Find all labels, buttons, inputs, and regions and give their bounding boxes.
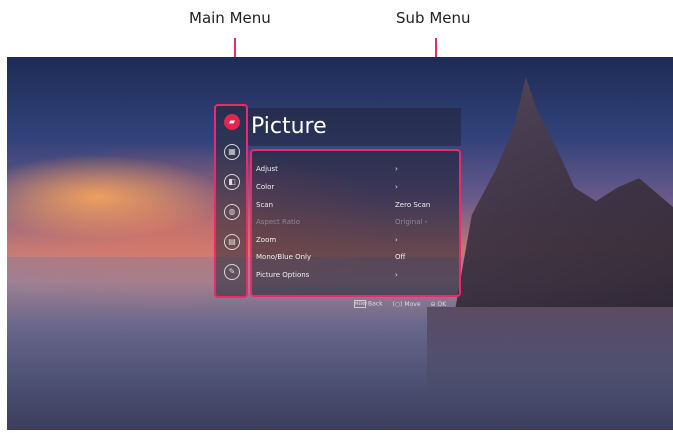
option-icon[interactable]: ▤ — [224, 234, 240, 250]
move-label: Move — [404, 300, 421, 308]
submenu-item-mono-blue-only[interactable]: Mono/Blue Only Off — [256, 250, 456, 264]
submenu-item-value: Off — [395, 253, 406, 261]
submenu-item-zoom[interactable]: Zoom › — [256, 233, 456, 247]
submenu-item-value: Zero Scan — [395, 201, 431, 209]
submenu-item-aspect-ratio: Aspect Ratio Original › — [256, 215, 456, 229]
submenu-item-label: Color — [256, 183, 275, 191]
submenu-item-label: Zoom — [256, 236, 277, 244]
submenu-item-label: Picture Options — [256, 271, 310, 279]
submenu-item-scan[interactable]: Scan Zero Scan — [256, 198, 456, 212]
chevron-right-icon: › — [395, 183, 398, 191]
submenu-item-color[interactable]: Color › — [256, 180, 456, 194]
submenu-item-label: Adjust — [256, 165, 278, 173]
support-icon[interactable]: ✎ — [224, 264, 240, 280]
chevron-right-icon: › — [395, 236, 398, 244]
chevron-right-icon: › — [395, 271, 398, 279]
picture-icon[interactable]: ▰ — [224, 114, 240, 130]
menu-key-icon: MENU — [354, 300, 367, 308]
page-title: Picture — [251, 114, 327, 139]
submenu-item-value: Original › — [395, 218, 428, 226]
submenu-item-label: Aspect Ratio — [256, 218, 300, 226]
back-label: Back — [368, 300, 383, 308]
chevron-right-icon: › — [395, 165, 398, 173]
submenu-item-adjust[interactable]: Adjust › — [256, 162, 456, 176]
move-arrows-icon: (○) — [392, 300, 403, 308]
main-menu: ▰ ▦ ◧ ◍ ▤ ✎ — [214, 104, 248, 298]
back-hint[interactable]: MENUBack — [354, 300, 383, 308]
main-menu-callout-label: Main Menu — [189, 9, 271, 27]
ok-icon: ⊖ — [430, 300, 436, 308]
time-icon[interactable]: ◧ — [224, 174, 240, 190]
network-icon[interactable]: ◍ — [224, 204, 240, 220]
ok-hint[interactable]: ⊖ OK — [430, 301, 446, 308]
footer-hints: MENUBack (○) Move ⊖ OK — [354, 300, 454, 310]
submenu-item-picture-options[interactable]: Picture Options › — [256, 268, 456, 282]
sub-menu-callout-label: Sub Menu — [396, 9, 471, 27]
submenu-item-label: Mono/Blue Only — [256, 253, 312, 261]
ok-label: OK — [437, 300, 447, 308]
move-hint: (○) Move — [393, 301, 421, 308]
sound-icon[interactable]: ▦ — [224, 144, 240, 160]
submenu-item-label: Scan — [256, 201, 274, 209]
sub-menu: Adjust › Color › Scan Zero Scan Aspect R… — [250, 149, 461, 297]
background-rock-reflection — [427, 307, 673, 397]
